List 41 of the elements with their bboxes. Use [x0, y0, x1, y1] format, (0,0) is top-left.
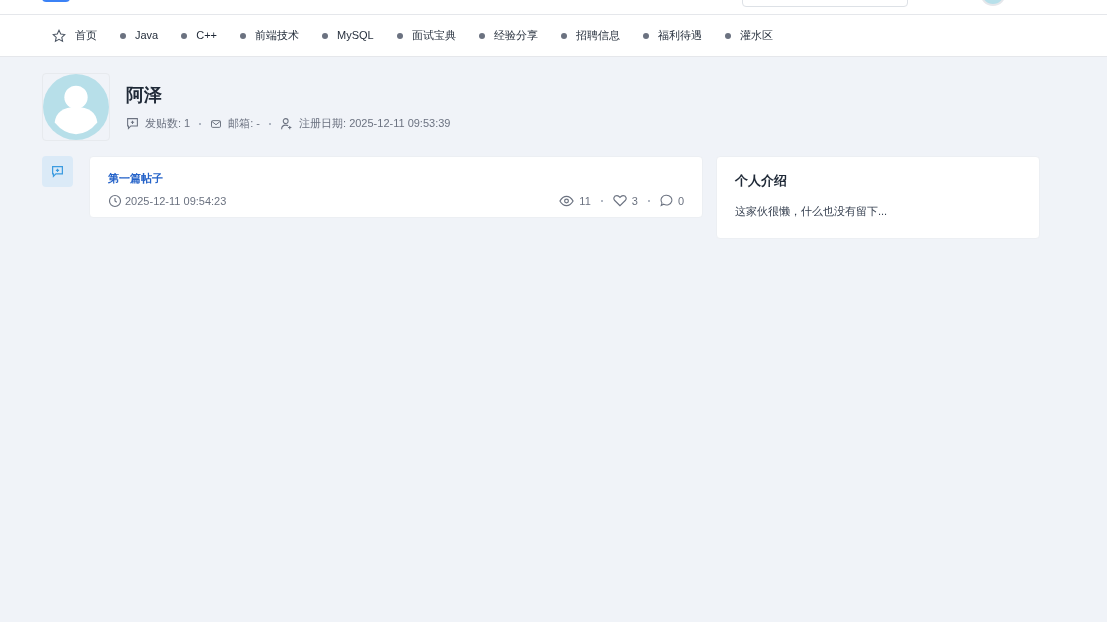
bullet-icon — [181, 32, 188, 39]
heart-icon — [612, 194, 627, 208]
nav-link[interactable]: 经验分享 — [478, 27, 538, 44]
bullet-icon — [478, 32, 485, 39]
nav-link[interactable]: 福利待遇 — [642, 27, 702, 44]
nav-link[interactable]: 招聘信息 — [560, 27, 620, 44]
bullet-icon — [396, 32, 403, 39]
eye-icon — [559, 194, 575, 207]
message-icon — [51, 165, 64, 178]
bullet-icon — [724, 32, 731, 39]
comment-icon — [659, 194, 673, 208]
nav-link[interactable]: 首页 — [52, 27, 97, 44]
nav-link[interactable]: C++ — [181, 27, 218, 44]
bullet-icon — [120, 32, 126, 39]
bullet-icon — [560, 32, 567, 39]
clock-icon — [108, 193, 122, 208]
user-add-icon — [280, 117, 293, 130]
like-count: 3 — [631, 193, 638, 209]
intro-text: 这家伙很懒，什么也没有留下... — [735, 203, 889, 219]
profile-avatar — [42, 73, 110, 141]
nav-link[interactable]: 前端技术 — [240, 27, 300, 44]
star-icon — [52, 28, 66, 43]
register-date: 注册日期: 2025-12-11 09:53:39 — [299, 116, 451, 132]
email: 邮箱: - — [228, 116, 260, 132]
user-name: 阿泽 — [126, 84, 163, 108]
nav-link[interactable]: 面试宝典 — [396, 27, 456, 44]
nav-link[interactable]: 灌水区 — [724, 27, 773, 44]
nav-link[interactable]: MySQL — [322, 27, 374, 44]
view-count: 11 — [579, 193, 591, 209]
bullet-icon — [240, 32, 247, 39]
nav-link[interactable]: Java — [120, 27, 159, 44]
post-time: 2025-12-11 09:54:23 — [125, 193, 227, 209]
post-count: 发贴数: 1 — [145, 116, 191, 132]
intro-title: 个人介绍 — [735, 172, 788, 190]
bullet-icon — [642, 32, 649, 39]
mail-icon — [210, 117, 223, 130]
message-icon — [126, 117, 139, 130]
posts-tab[interactable] — [42, 156, 73, 187]
post-title[interactable]: 第一篇帖子 — [108, 170, 684, 187]
comment-count: 0 — [677, 193, 684, 209]
bullet-icon — [322, 32, 329, 39]
